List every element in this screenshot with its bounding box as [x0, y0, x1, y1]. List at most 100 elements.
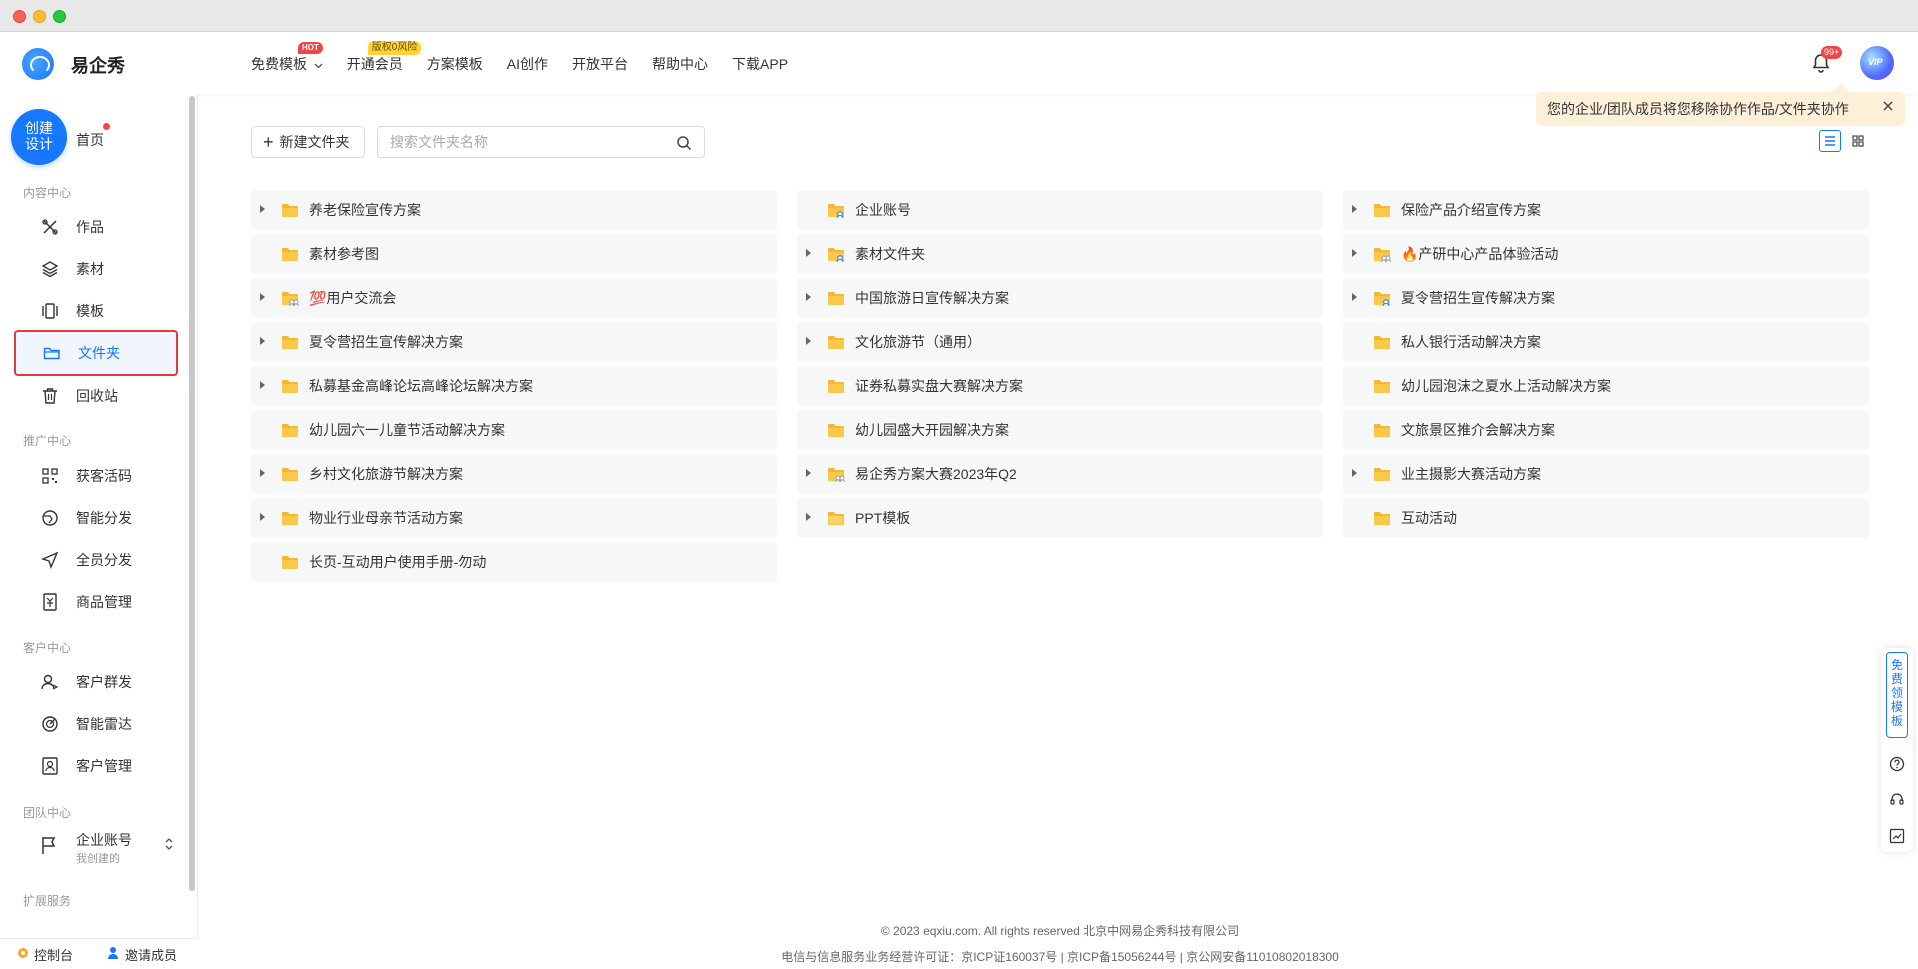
create-design-button[interactable]: 创建 设计 [11, 109, 67, 165]
folder-item[interactable]: 私募基金高峰论坛高峰论坛解决方案 [251, 366, 777, 406]
folder-item[interactable]: PPT模板 [797, 498, 1323, 538]
nav-open-platform[interactable]: 开放平台 [572, 54, 628, 74]
folder-icon [827, 290, 845, 306]
folder-item[interactable]: 保险产品介绍宣传方案 [1343, 190, 1869, 230]
toast-message: 您的企业/团队成员将您移除协作作品/文件夹协作 [1547, 101, 1849, 117]
help-icon[interactable] [1889, 756, 1905, 772]
team-account-switcher[interactable]: 企业账号 我创建的 [14, 822, 178, 872]
folder-item[interactable]: 素材参考图 [251, 234, 777, 274]
folder-item[interactable]: 幼儿园盛大开园解决方案 [797, 410, 1323, 450]
footer-copyright: © 2023 eqxiu.com. All rights reserved 北京… [880, 924, 1240, 938]
sidebar-item-all-distribute[interactable]: 全员分发 [14, 540, 178, 580]
caret-right-icon[interactable] [259, 205, 269, 215]
folder-item[interactable]: 证券私募实盘大赛解决方案 [797, 366, 1323, 406]
sidebar-scrollbar[interactable] [189, 96, 195, 891]
folder-name: 证券私募实盘大赛解决方案 [855, 378, 1023, 394]
folder-item[interactable]: 乡村文化旅游节解决方案 [251, 454, 777, 494]
caret-right-icon[interactable] [259, 469, 269, 479]
maximize-window-button[interactable] [53, 10, 66, 23]
folder-name: 物业行业母亲节活动方案 [309, 510, 463, 526]
caret-right-icon[interactable] [1351, 293, 1361, 303]
new-folder-button[interactable]: + 新建文件夹 [251, 126, 365, 158]
folder-icon [281, 378, 299, 394]
list-view-icon[interactable] [1819, 130, 1841, 152]
folder-name: 私人银行活动解决方案 [1401, 334, 1541, 350]
sidebar-item-trash[interactable]: 回收站 [14, 376, 178, 416]
nav-membership[interactable]: 开通会员 版权0风险 [347, 41, 422, 74]
caret-right-icon[interactable] [805, 293, 815, 303]
sidebar-item-materials[interactable]: 素材 [14, 249, 178, 289]
grid-view-icon[interactable] [1847, 130, 1869, 152]
caret-right-icon[interactable] [1351, 469, 1361, 479]
caret-right-icon[interactable] [1351, 205, 1361, 215]
folder-icon [281, 202, 299, 218]
folder-item[interactable]: 幼儿园六一儿童节活动解决方案 [251, 410, 777, 450]
caret-right-icon[interactable] [805, 513, 815, 523]
nav-plan-templates[interactable]: 方案模板 [427, 54, 483, 74]
customer-service-icon[interactable] [1889, 792, 1905, 808]
folder-item[interactable]: 素材文件夹 [797, 234, 1323, 274]
nav-help-center[interactable]: 帮助中心 [652, 54, 708, 74]
folder-item[interactable]: 文化旅游节（通用） [797, 322, 1323, 362]
minimize-window-button[interactable] [33, 10, 46, 23]
sidebar-item-home[interactable]: 首页 [76, 130, 104, 150]
sidebar-item-radar[interactable]: 智能雷达 [14, 704, 178, 744]
feedback-icon[interactable] [1889, 828, 1905, 844]
sidebar-item-works[interactable]: 作品 [14, 207, 178, 247]
folder-item[interactable]: 私人银行活动解决方案 [1343, 322, 1869, 362]
folder-item[interactable]: 养老保险宣传方案 [251, 190, 777, 230]
close-icon[interactable] [1881, 99, 1895, 118]
caret-right-icon[interactable] [1351, 249, 1361, 259]
caret-right-icon[interactable] [259, 513, 269, 523]
folder-item[interactable]: 文旅景区推介会解决方案 [1343, 410, 1869, 450]
brand-logo-icon[interactable] [22, 48, 54, 80]
footer-license: 电信与信息服务业务经营许可证：京ICP证160037号 | 京ICP备15056… [781, 950, 1339, 964]
brand-name[interactable]: 易企秀 [71, 52, 125, 78]
sidebar-item-templates[interactable]: 模板 [14, 291, 178, 331]
folder-item[interactable]: 企业账号 [797, 190, 1323, 230]
folder-name: 素材文件夹 [855, 246, 925, 262]
folder-icon [281, 422, 299, 438]
avatar[interactable]: VIP [1860, 46, 1894, 80]
notification-count-badge: 99+ [1821, 46, 1843, 59]
folder-item[interactable]: 夏令营招生宣传解决方案 [1343, 278, 1869, 318]
folder-item[interactable]: 💯用户交流会 [251, 278, 777, 318]
flag-icon [40, 835, 58, 858]
sidebar-item-folders[interactable]: 文件夹 [14, 330, 178, 376]
folder-item[interactable]: 🔥产研中心产品体验活动 [1343, 234, 1869, 274]
caret-right-icon[interactable] [259, 381, 269, 391]
folder-item[interactable]: 中国旅游日宣传解决方案 [797, 278, 1323, 318]
sidebar-item-products[interactable]: 商品管理 [14, 582, 178, 622]
folder-name: 素材参考图 [309, 246, 379, 262]
folder-item[interactable]: 长页-互动用户使用手册-勿动 [251, 542, 777, 582]
sidebar-item-smart-distribute[interactable]: 智能分发 [14, 498, 178, 538]
close-window-button[interactable] [13, 10, 26, 23]
folder-item[interactable]: 物业行业母亲节活动方案 [251, 498, 777, 538]
top-nav: 免费模板 HOT 开通会员 版权0风险 方案模板 AI创作 开放平台 帮助中心 … [251, 41, 812, 74]
nav-ai-create[interactable]: AI创作 [507, 54, 548, 74]
folder-item[interactable]: 夏令营招生宣传解决方案 [251, 322, 777, 362]
caret-right-icon[interactable] [259, 337, 269, 347]
free-template-button[interactable]: 免费领模板 [1886, 652, 1908, 738]
caret-right-icon[interactable] [259, 293, 269, 303]
nav-download-app[interactable]: 下载APP [732, 54, 788, 74]
folder-name: 养老保险宣传方案 [309, 202, 421, 218]
folder-item[interactable]: 易企秀方案大赛2023年Q2 [797, 454, 1323, 494]
caret-right-icon[interactable] [805, 469, 815, 479]
nav-free-templates[interactable]: 免费模板 HOT [251, 42, 323, 74]
folder-icon [1373, 378, 1391, 394]
sidebar-item-customer-manage[interactable]: 客户管理 [14, 746, 178, 786]
folder-item[interactable]: 业主摄影大赛活动方案 [1343, 454, 1869, 494]
folder-name: 保险产品介绍宣传方案 [1401, 202, 1541, 218]
sidebar-item-qrcode[interactable]: 获客活码 [14, 456, 178, 496]
folder-name: 幼儿园泡沫之夏水上活动解决方案 [1401, 378, 1611, 394]
folder-item[interactable]: 幼儿园泡沫之夏水上活动解决方案 [1343, 366, 1869, 406]
caret-right-icon[interactable] [805, 337, 815, 347]
copyright-badge: 版权0风险 [367, 41, 422, 55]
folder-icon [827, 510, 845, 526]
sidebar-item-group-send[interactable]: 客户群发 [14, 662, 178, 702]
folder-item[interactable]: 互动活动 [1343, 498, 1869, 538]
search-icon[interactable] [676, 135, 692, 154]
search-input[interactable] [390, 134, 660, 150]
caret-right-icon[interactable] [805, 249, 815, 259]
